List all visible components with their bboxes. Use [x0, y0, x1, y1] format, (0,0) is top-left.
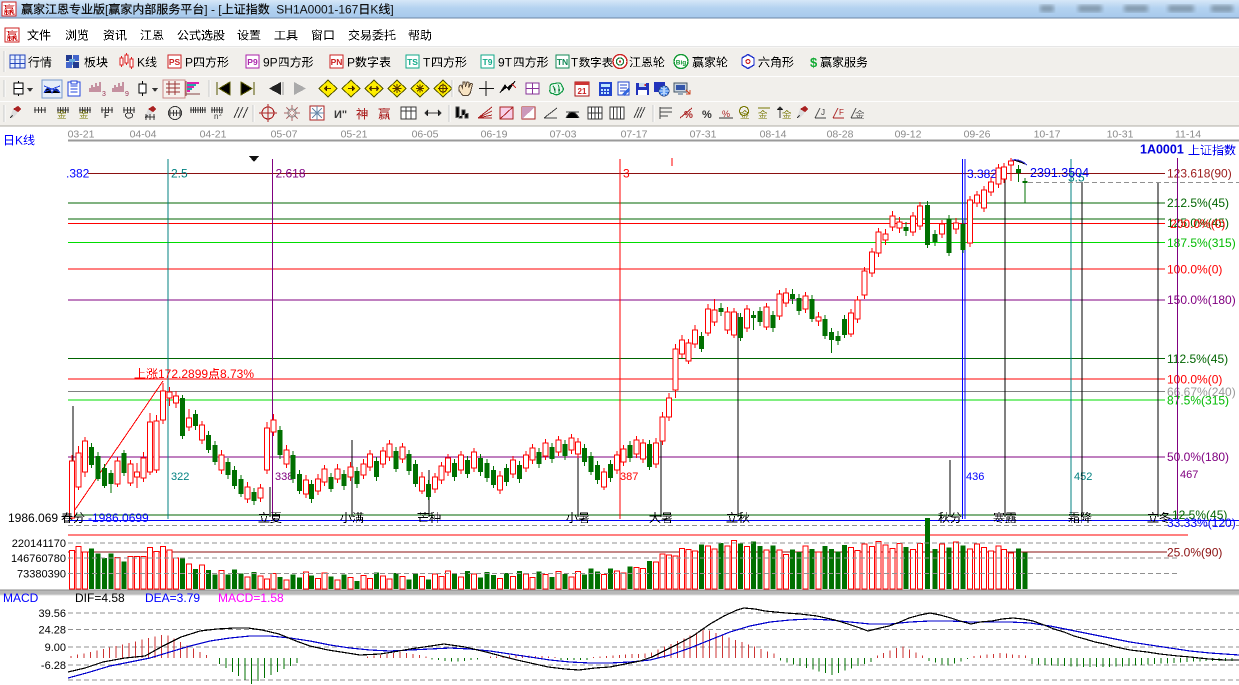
svg-text:50.0%(180): 50.0%(180) — [1167, 450, 1229, 464]
svg-text:F: F — [104, 111, 109, 120]
svg-text:n: n — [214, 112, 218, 121]
svg-text:146760780: 146760780 — [11, 553, 66, 565]
svg-text:MACD: MACD — [3, 591, 39, 605]
svg-text:08-28: 08-28 — [827, 129, 854, 141]
svg-text:172.2899: 172.2899 — [158, 367, 208, 381]
svg-text:112.5%(45): 112.5%(45) — [1167, 352, 1228, 366]
svg-text:220141170: 220141170 — [12, 538, 66, 550]
svg-text:T: T — [423, 56, 431, 70]
svg-text:1A0001: 1A0001 — [1140, 143, 1184, 157]
svg-text:9T: 9T — [498, 56, 513, 70]
svg-text:3: 3 — [102, 91, 106, 98]
svg-text:Big: Big — [676, 60, 687, 67]
svg-text:T9: T9 — [483, 57, 493, 67]
svg-text:8.73%: 8.73% — [220, 367, 254, 381]
svg-text:SH1A0001-167: SH1A0001-167 — [276, 3, 358, 17]
svg-text:73380390: 73380390 — [17, 569, 66, 581]
svg-text:05-21: 05-21 — [341, 129, 368, 141]
svg-text:467: 467 — [1180, 469, 1198, 481]
svg-text:P: P — [185, 56, 193, 70]
svg-text:P9: P9 — [247, 57, 258, 67]
svg-text:K: K — [370, 3, 378, 17]
svg-text:04-21: 04-21 — [200, 129, 227, 141]
svg-text:87.5%(315): 87.5%(315) — [1167, 394, 1229, 408]
svg-text:P: P — [347, 56, 355, 70]
svg-text:09-12: 09-12 — [895, 129, 922, 141]
svg-text:PS: PS — [169, 57, 181, 67]
svg-text:2391.3504: 2391.3504 — [1030, 166, 1089, 180]
svg-text:03-21: 03-21 — [68, 129, 95, 141]
svg-text:3.382: 3.382 — [967, 167, 997, 181]
svg-text:06-05: 06-05 — [412, 129, 439, 141]
svg-text:100.0%(0): 100.0%(0) — [1167, 263, 1222, 277]
svg-text:-1986.0699: -1986.0699 — [88, 511, 149, 525]
svg-text:09-26: 09-26 — [964, 129, 991, 141]
svg-text:TN: TN — [557, 57, 568, 67]
svg-text:K: K — [15, 134, 23, 148]
svg-text:PN: PN — [331, 57, 343, 67]
svg-text:436: 436 — [966, 471, 984, 483]
svg-text:24.28: 24.28 — [38, 625, 66, 637]
svg-text:387: 387 — [620, 471, 638, 483]
svg-text:%: % — [684, 110, 693, 121]
svg-text:TS: TS — [407, 57, 418, 67]
svg-text:3: 3 — [623, 167, 630, 181]
svg-text:07-03: 07-03 — [550, 129, 577, 141]
svg-text:2: 2 — [219, 112, 222, 118]
svg-text:9.00: 9.00 — [45, 642, 66, 654]
svg-text:452: 452 — [1074, 471, 1092, 483]
svg-text:9: 9 — [125, 91, 129, 98]
svg-text:%: % — [702, 109, 712, 121]
svg-text:-6.28: -6.28 — [41, 660, 66, 672]
svg-text:DEA=3.79: DEA=3.79 — [145, 591, 200, 605]
svg-text:И": И" — [334, 109, 347, 121]
svg-text:200.0%(0): 200.0%(0) — [1170, 217, 1225, 231]
svg-text:25.0%(90): 25.0%(90) — [1167, 546, 1222, 560]
svg-text:1986.069: 1986.069 — [8, 511, 58, 525]
svg-text:MACD=1.58: MACD=1.58 — [218, 591, 284, 605]
svg-text:39.56: 39.56 — [38, 608, 66, 620]
svg-text:212.5%(45): 212.5%(45) — [1167, 196, 1229, 210]
svg-text:08-14: 08-14 — [760, 129, 787, 141]
svg-text:07-17: 07-17 — [621, 129, 648, 141]
svg-text:$: $ — [810, 55, 818, 70]
svg-text:11-14: 11-14 — [1175, 129, 1201, 141]
svg-text:05-07: 05-07 — [271, 129, 298, 141]
svg-text:2.618: 2.618 — [276, 167, 306, 181]
svg-text:DIF=4.58: DIF=4.58 — [75, 591, 125, 605]
svg-text:322: 322 — [171, 471, 189, 483]
svg-text:]: ] — [390, 3, 393, 17]
svg-text:10-17: 10-17 — [1034, 129, 1061, 141]
svg-text:J: J — [821, 108, 825, 117]
svg-text:06-19: 06-19 — [481, 129, 508, 141]
svg-text:T: T — [571, 58, 578, 70]
svg-text:.382: .382 — [66, 167, 90, 181]
svg-text:07-31: 07-31 — [690, 129, 717, 141]
svg-text:10-31: 10-31 — [1107, 129, 1134, 141]
svg-text:F: F — [839, 108, 844, 117]
svg-text:2.5: 2.5 — [171, 167, 188, 181]
svg-text:21: 21 — [578, 87, 587, 96]
svg-text:04-04: 04-04 — [130, 129, 157, 141]
svg-text:K: K — [137, 56, 145, 70]
svg-text:] - [: ] - [ — [204, 3, 222, 17]
svg-text:123.618(90): 123.618(90) — [1167, 167, 1232, 181]
svg-text:9P: 9P — [263, 56, 278, 70]
